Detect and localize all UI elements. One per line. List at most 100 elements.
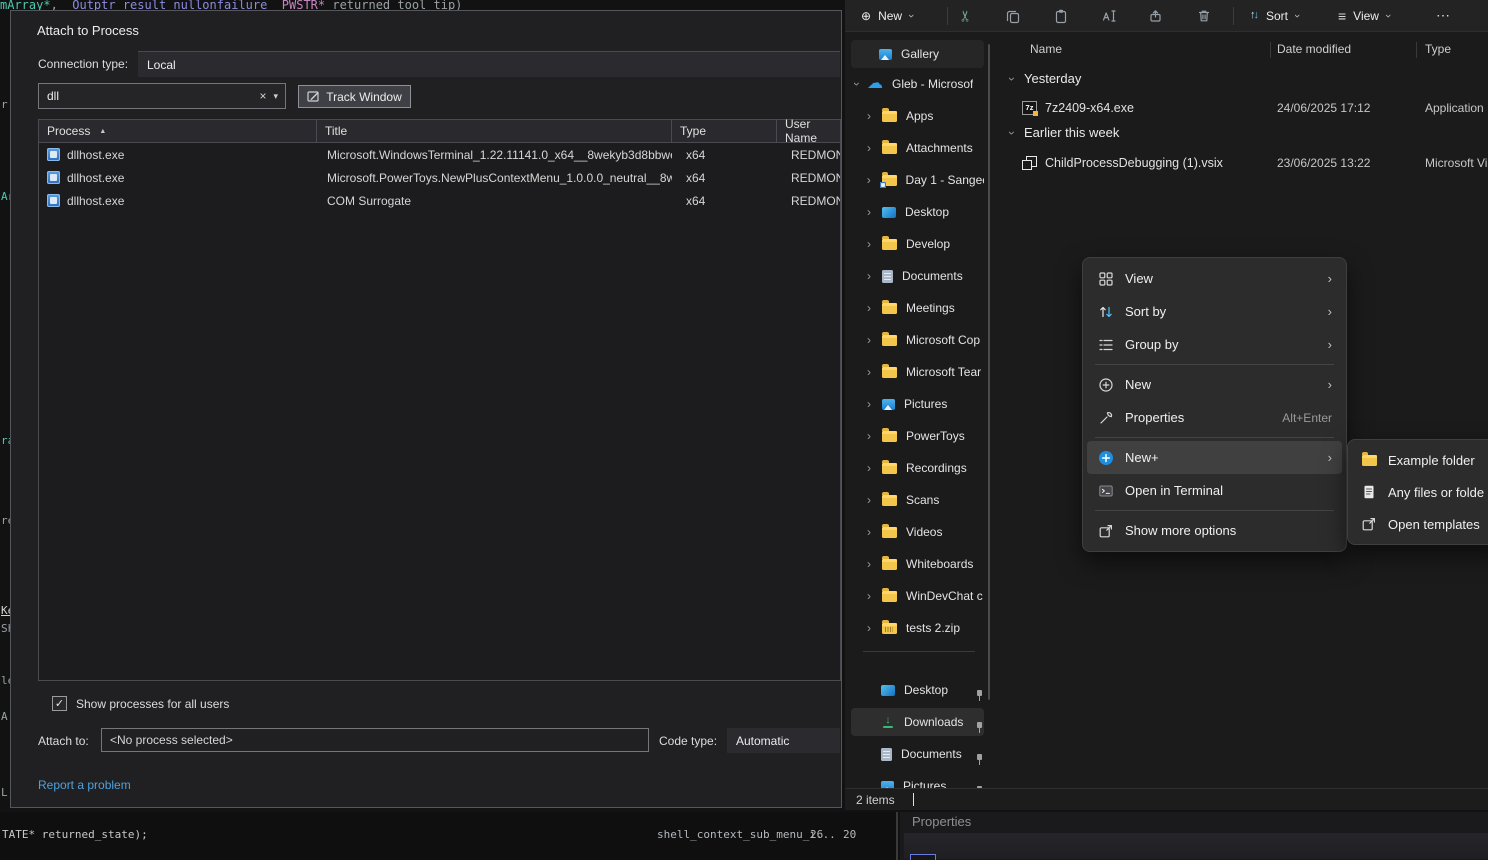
chevron-right-icon[interactable]: ›	[865, 621, 873, 635]
sidebar-item-meetings[interactable]: ›Meetings	[851, 294, 984, 322]
chevron-right-icon[interactable]: ›	[865, 333, 873, 347]
process-user: REDMOND	[791, 194, 840, 208]
sidebar-item-pictures[interactable]: ›Pictures	[851, 390, 984, 418]
sidebar-item-downloads-pinned[interactable]: ↓Downloads	[851, 708, 984, 736]
group-header-yesterday[interactable]: › Yesterday	[1008, 71, 1081, 86]
chevron-right-icon[interactable]: ›	[865, 397, 873, 411]
context-menu-item-view[interactable]: View ›	[1087, 262, 1342, 295]
sidebar-item-label: Desktop	[904, 683, 948, 697]
process-filter-input[interactable]	[39, 89, 252, 103]
context-menu-item-sort-by[interactable]: Sort by ›	[1087, 295, 1342, 328]
column-header-title[interactable]: Title	[317, 120, 672, 142]
chevron-right-icon[interactable]: ›	[865, 269, 873, 283]
column-header-type[interactable]: Type	[672, 120, 777, 142]
chevron-right-icon[interactable]: ›	[865, 301, 873, 315]
sidebar-item-recordings[interactable]: ›Recordings	[851, 454, 984, 482]
clear-filter-icon[interactable]: ×	[259, 89, 266, 103]
context-menu-item-properties[interactable]: Properties Alt+Enter	[1087, 401, 1342, 434]
submenu-item-example-folder[interactable]: Example folder	[1352, 444, 1488, 476]
sidebar-item-powertoys[interactable]: ›PowerToys	[851, 422, 984, 450]
onedrive-cloud-icon: ☁	[867, 77, 883, 91]
sidebar-item-develop[interactable]: ›Develop	[851, 230, 984, 258]
submenu-item-open-templates[interactable]: Open templates	[1352, 508, 1488, 540]
chevron-right-icon[interactable]: ›	[865, 461, 873, 475]
desktop-icon	[881, 685, 895, 696]
chevron-down-icon[interactable]: ›	[850, 80, 864, 88]
submenu-chevron-icon: ›	[1328, 271, 1332, 286]
chevron-right-icon[interactable]: ›	[865, 141, 873, 155]
sidebar-item-whiteboards[interactable]: ›Whiteboards	[851, 550, 984, 578]
column-separator[interactable]	[1416, 42, 1417, 58]
sidebar-item-apps[interactable]: ›Apps	[851, 102, 984, 130]
sidebar-item-tests-zip[interactable]: ›tests 2.zip	[851, 614, 984, 642]
copy-button[interactable]	[1003, 6, 1023, 26]
cut-icon: ✂	[956, 10, 974, 23]
attach-to-field[interactable]	[101, 728, 649, 752]
sidebar-item-attachments[interactable]: ›Attachments	[851, 134, 984, 162]
chevron-right-icon[interactable]: ›	[865, 429, 873, 443]
sidebar-scrollbar[interactable]	[988, 44, 990, 700]
column-header-date-modified[interactable]: Date modified	[1277, 42, 1351, 56]
table-row[interactable]: dllhost.exe COM Surrogate x64 REDMOND	[39, 189, 840, 212]
chevron-right-icon[interactable]: ›	[865, 109, 873, 123]
track-window-button[interactable]: Track Window	[298, 85, 411, 108]
view-button[interactable]: ≡ View ›	[1330, 3, 1398, 28]
context-menu-item-new[interactable]: New ›	[1087, 368, 1342, 401]
table-row[interactable]: dllhost.exe Microsoft.PowerToys.NewPlusC…	[39, 166, 840, 189]
sidebar-item-desktop[interactable]: ›Desktop	[851, 198, 984, 226]
table-row[interactable]: dllhost.exe Microsoft.WindowsTerminal_1.…	[39, 143, 840, 166]
paste-button[interactable]	[1051, 6, 1071, 26]
chevron-right-icon[interactable]: ›	[865, 493, 873, 507]
context-menu-item-group-by[interactable]: Group by ›	[1087, 328, 1342, 361]
sidebar-item-microsoft-tear[interactable]: ›Microsoft Tear	[851, 358, 984, 386]
rename-button[interactable]	[1099, 6, 1119, 26]
context-menu-item-new-plus[interactable]: New+ ›	[1087, 441, 1342, 474]
sidebar-item-gallery[interactable]: Gallery	[851, 40, 984, 68]
column-header-type[interactable]: Type	[1425, 42, 1451, 56]
sidebar-item-documents[interactable]: ›Documents	[851, 262, 984, 290]
sidebar-item-day1[interactable]: ›Day 1 - Sangee	[851, 166, 984, 194]
sidebar-item-documents-pinned[interactable]: Documents	[851, 740, 984, 768]
checkbox-checked[interactable]: ✓	[52, 696, 67, 711]
sidebar-item-videos[interactable]: ›Videos	[851, 518, 984, 546]
sidebar-item-onedrive-root[interactable]: › ☁ Gleb - Microsof	[851, 70, 984, 98]
cut-button[interactable]: ✂	[955, 6, 975, 26]
connection-type-combobox[interactable]: Local	[138, 51, 840, 77]
folder-icon	[882, 463, 897, 474]
file-row[interactable]: 7z 7z2409-x64.exe 24/06/2025 17:12 Appli…	[1000, 97, 1488, 118]
code-type-combobox[interactable]: Automatic	[727, 728, 840, 753]
context-menu-item-open-in-terminal[interactable]: Open in Terminal	[1087, 474, 1342, 507]
view-button-label: View	[1353, 9, 1379, 23]
chevron-right-icon[interactable]: ›	[865, 205, 873, 219]
sidebar-item-microsoft-cop[interactable]: ›Microsoft Cop	[851, 326, 984, 354]
filter-dropdown-icon[interactable]: ▾	[273, 91, 278, 102]
chevron-right-icon[interactable]: ›	[865, 173, 873, 187]
share-button[interactable]	[1146, 6, 1166, 26]
sidebar-item-desktop-pinned[interactable]: Desktop	[851, 676, 984, 704]
column-header-name[interactable]: Name	[1030, 42, 1062, 56]
chevron-right-icon[interactable]: ›	[865, 525, 873, 539]
chevron-right-icon[interactable]: ›	[865, 365, 873, 379]
sort-button[interactable]: ↑↓ Sort ›	[1242, 3, 1307, 28]
group-header-earlier-this-week[interactable]: › Earlier this week	[1008, 125, 1119, 140]
delete-button[interactable]	[1194, 6, 1214, 26]
show-all-users-label: Show processes for all users	[76, 697, 229, 711]
focused-control-partial	[910, 854, 936, 860]
file-name: 7z2409-x64.exe	[1045, 101, 1134, 115]
code-fragment: r	[1, 98, 8, 111]
chevron-right-icon[interactable]: ›	[865, 237, 873, 251]
column-header-process[interactable]: Process▲	[39, 120, 317, 142]
chevron-right-icon[interactable]: ›	[865, 557, 873, 571]
sidebar-item-scans[interactable]: ›Scans	[851, 486, 984, 514]
properties-panel-strip	[904, 833, 1488, 859]
more-options-button[interactable]: ⋯	[1428, 3, 1458, 28]
file-row[interactable]: ChildProcessDebugging (1).vsix 23/06/202…	[1000, 152, 1488, 173]
report-a-problem-link[interactable]: Report a problem	[38, 778, 131, 792]
new-button[interactable]: ⊕ New ›	[853, 3, 921, 28]
submenu-item-any-files[interactable]: Any files or folde	[1352, 476, 1488, 508]
column-header-user-name[interactable]: User Name	[777, 120, 840, 142]
context-menu-item-show-more-options[interactable]: Show more options	[1087, 514, 1342, 547]
sidebar-item-windevchat[interactable]: ›WinDevChat c	[851, 582, 984, 610]
chevron-right-icon[interactable]: ›	[865, 589, 873, 603]
column-separator[interactable]	[1270, 42, 1271, 58]
